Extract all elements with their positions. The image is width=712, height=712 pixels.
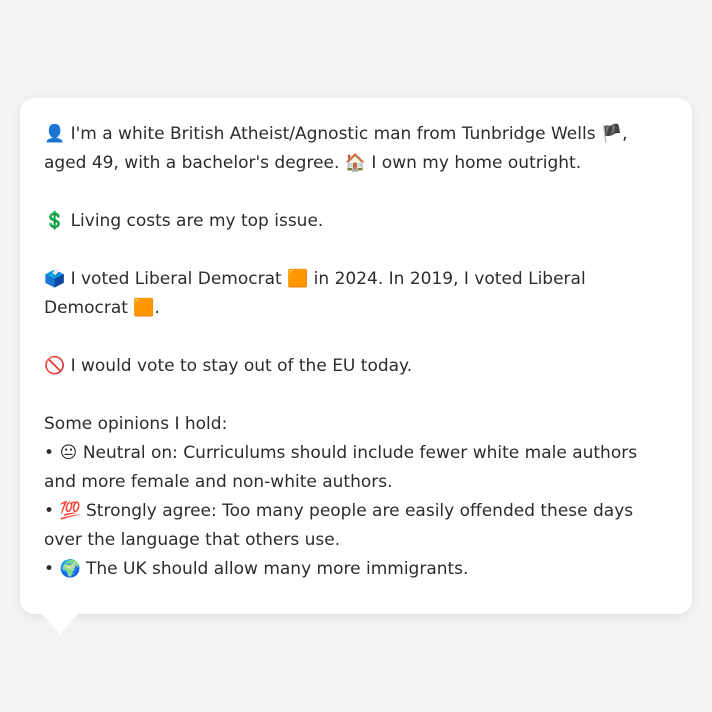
eu-stance-paragraph: 🚫 I would vote to stay out of the EU tod… (44, 352, 668, 381)
opinion-text: Strongly agree: Too many people are easi… (44, 501, 634, 550)
bullet: • (44, 559, 60, 579)
speech-bubble-tail (40, 612, 80, 634)
voting-history-paragraph: 🗳️ I voted Liberal Democrat 🟧 in 2024. I… (44, 265, 668, 323)
voting-text-a: I voted Liberal Democrat (65, 269, 288, 289)
prohibited-icon: 🚫 (44, 356, 66, 376)
opinion-item: • 😐 Neutral on: Curriculums should inclu… (44, 439, 668, 497)
top-issue-paragraph: 💲 Living costs are my top issue. (44, 207, 668, 236)
opinion-text: The UK should allow many more immigrants… (80, 559, 469, 579)
neutral-face-icon: 😐 (59, 443, 78, 463)
globe-icon: 🌍 (59, 559, 81, 579)
england-flag-icon: 🏴 (600, 124, 623, 144)
opinions-heading: Some opinions I hold: (44, 414, 228, 434)
opinion-item: • 🌍 The UK should allow many more immigr… (44, 555, 668, 584)
bullet: • (44, 501, 60, 521)
top-issue-text: Living costs are my top issue. (65, 211, 324, 231)
hundred-points-icon: 💯 (59, 501, 81, 521)
dollar-sign-icon: 💲 (44, 211, 66, 231)
person-icon: 👤 (44, 124, 66, 144)
identity-text-c: I own my home outright. (365, 153, 582, 173)
eu-stance-text: I would vote to stay out of the EU today… (65, 356, 413, 376)
persona-card: 👤 I'm a white British Atheist/Agnostic m… (20, 98, 692, 614)
identity-paragraph: 👤 I'm a white British Atheist/Agnostic m… (44, 120, 668, 178)
identity-text-a: I'm a white British Atheist/Agnostic man… (65, 124, 601, 144)
ballot-box-icon: 🗳️ (44, 269, 66, 289)
opinion-text: Neutral on: Curriculums should include f… (44, 443, 638, 492)
opinions-section: Some opinions I hold: • 😐 Neutral on: Cu… (44, 410, 668, 584)
voting-text-c: . (154, 298, 160, 318)
house-icon: 🏠 (344, 153, 366, 173)
orange-square-icon: 🟧 (133, 298, 155, 318)
orange-square-icon: 🟧 (287, 269, 309, 289)
opinion-item: • 💯 Strongly agree: Too many people are … (44, 497, 668, 555)
bullet: • (44, 443, 60, 463)
